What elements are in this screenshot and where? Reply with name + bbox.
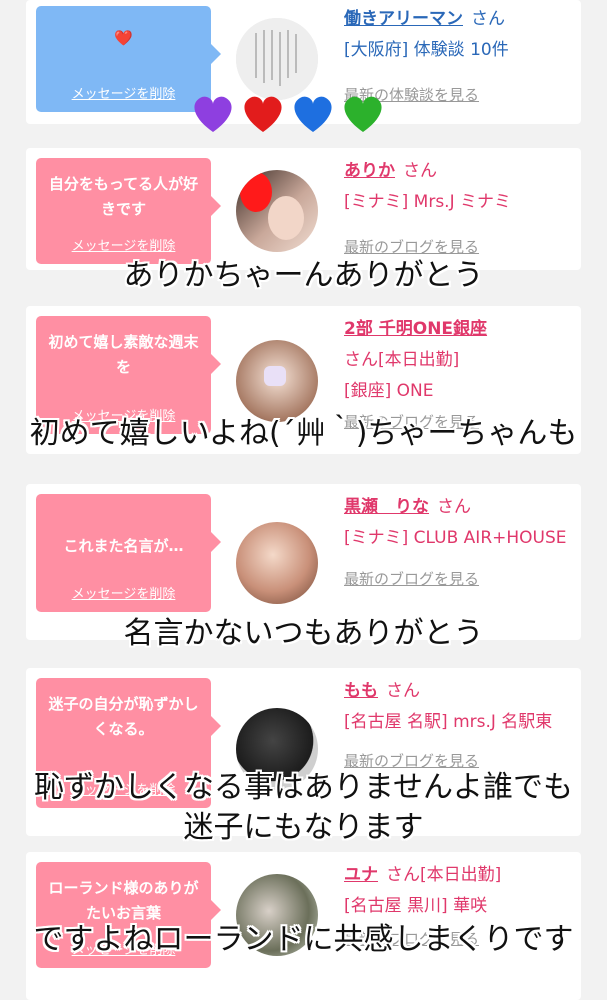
user-name-link[interactable]: 黒瀬 りな xyxy=(344,497,429,517)
avatar-photo xyxy=(240,172,304,240)
user-name-link[interactable]: もも xyxy=(344,681,378,701)
hearts-sticker xyxy=(188,88,398,142)
user-name-link[interactable]: 2部 千明ONE銀座 xyxy=(344,319,487,339)
profile-meta: [銀座] ONE xyxy=(344,381,434,401)
caption: ですよねローランドに共感しまくりです xyxy=(33,922,574,957)
caption: ありかちゃーんありがとう xyxy=(123,258,484,293)
honorific: さん[本日出勤] xyxy=(386,865,502,885)
avatar[interactable] xyxy=(236,522,318,604)
avatar[interactable] xyxy=(236,340,318,422)
message-bubble: 自分をもってる人が好きです メッセージを削除 xyxy=(36,158,221,264)
honorific: さん xyxy=(386,681,420,701)
caption: 恥ずかしくなる事はありませんよ誰でも迷子にもなります xyxy=(33,770,574,845)
profile-info: ありか さん [ミナミ] Mrs.J ミナミ 最新のブログを見る xyxy=(344,156,574,263)
profile-meta: [名古屋 名駅] mrs.J 名駅東 xyxy=(344,712,553,732)
message-bubble: ❤️ メッセージを削除 xyxy=(36,6,221,112)
profile-meta: [大阪府] 体験談 10件 xyxy=(344,40,509,60)
caption: 初めて嬉しいよね(´艸｀)ちゃーちゃんも xyxy=(29,416,578,451)
bubble-text: ローランド様のありがたいお言葉 xyxy=(48,879,199,922)
profile-meta: [ミナミ] CLUB AIR+HOUSE xyxy=(344,528,567,548)
delete-message-link[interactable]: メッセージを削除 xyxy=(36,583,211,602)
caption: 名言かないつもありがとう xyxy=(123,616,484,651)
delete-message-link[interactable]: メッセージを削除 xyxy=(36,83,211,102)
bubble-heart: ❤️ xyxy=(114,29,133,47)
bubble-text: 自分をもってる人が好きです xyxy=(48,175,199,218)
profile-info: 黒瀬 りな さん [ミナミ] CLUB AIR+HOUSE 最新のブログを見る xyxy=(344,492,574,595)
message-card: 自分をもってる人が好きです メッセージを削除 ありか さん [ミナミ] Mrs.J… xyxy=(26,148,581,270)
bubble-text: 初めて嬉し素敵な週末を xyxy=(48,333,199,376)
profile-info: もも さん [名古屋 名駅] mrs.J 名駅東 最新のブログを見る xyxy=(344,676,574,777)
bubble-text: これまた名言が… xyxy=(63,537,184,555)
latest-post-link[interactable]: 最新のブログを見る xyxy=(344,564,574,595)
honorific: さん xyxy=(437,497,471,517)
user-name-link[interactable]: ありか xyxy=(344,161,395,181)
honorific: さん[本日出勤] xyxy=(344,350,460,370)
user-name-link[interactable]: 働きアリーマン xyxy=(344,9,463,29)
user-name-link[interactable]: ユナ xyxy=(344,865,378,885)
honorific: さん xyxy=(403,161,437,181)
honorific: さん xyxy=(471,9,505,29)
profile-meta: [ミナミ] Mrs.J ミナミ xyxy=(344,192,512,212)
bubble-text: 迷子の自分が恥ずかしくなる。 xyxy=(48,695,199,738)
message-bubble: これまた名言が… メッセージを削除 xyxy=(36,494,221,612)
avatar[interactable] xyxy=(236,170,318,252)
profile-meta: [名古屋 黒川] 華咲 xyxy=(344,896,488,916)
avatar-photo xyxy=(264,366,286,386)
delete-message-link[interactable]: メッセージを削除 xyxy=(36,235,211,254)
